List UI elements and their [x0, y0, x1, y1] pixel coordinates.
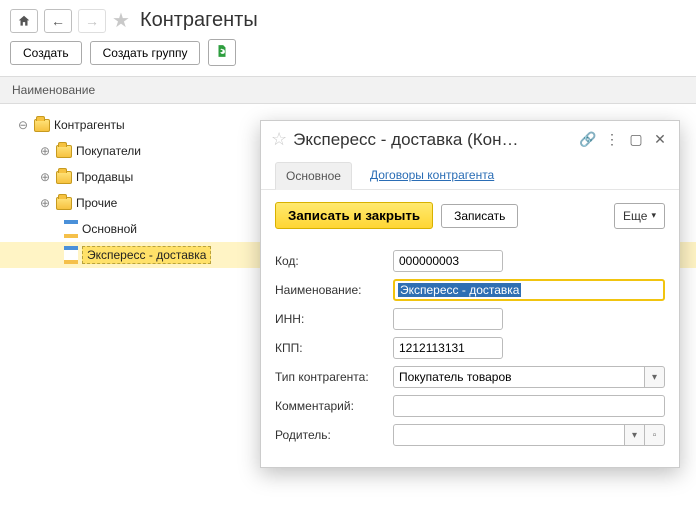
name-label: Наименование: [275, 283, 385, 297]
topbar: ← → ★ Контрагенты [0, 0, 696, 39]
record-icon [64, 246, 78, 264]
forward-button[interactable]: → [78, 9, 106, 33]
main-toolbar: Создать Создать группу [0, 39, 696, 74]
folder-icon [56, 171, 72, 184]
more-menu-icon[interactable]: ⋮ [603, 131, 621, 148]
create-group-button[interactable]: Создать группу [90, 41, 201, 65]
edit-dialog: ☆ Экспересс - доставка (Кон… 🔗 ⋮ ▢ ✕ Осн… [260, 120, 680, 468]
chevron-down-icon: ▾ [651, 210, 656, 221]
list-column-header[interactable]: Наименование [0, 76, 696, 104]
kpp-input[interactable] [393, 337, 503, 359]
kpp-label: КПП: [275, 341, 385, 355]
code-label: Код: [275, 254, 385, 268]
tree-root-label: Контрагенты [54, 118, 125, 132]
refresh-button[interactable] [208, 39, 236, 66]
more-button-label: Еще [623, 209, 647, 223]
favorite-star-icon[interactable]: ☆ [271, 129, 287, 150]
chevron-down-icon: ▾ [652, 372, 657, 383]
expand-icon[interactable]: ⊕ [40, 170, 52, 184]
more-button[interactable]: Еще ▾ [614, 203, 665, 229]
close-icon[interactable]: ✕ [651, 131, 669, 148]
save-button[interactable]: Записать [441, 204, 518, 228]
chevron-down-icon: ▾ [632, 430, 637, 441]
tab-main[interactable]: Основное [275, 162, 352, 190]
tree-item-label: Прочие [76, 196, 117, 210]
save-close-button[interactable]: Записать и закрыть [275, 202, 433, 229]
tree-item-label: Покупатели [76, 144, 141, 158]
inn-label: ИНН: [275, 312, 385, 326]
code-input[interactable] [393, 250, 503, 272]
name-input-selection: Экспересс - доставка [398, 283, 521, 297]
favorite-star-icon[interactable]: ★ [112, 8, 130, 33]
type-label: Тип контрагента: [275, 370, 385, 384]
expand-icon[interactable]: ⊕ [40, 196, 52, 210]
dialog-toolbar: Записать и закрыть Записать Еще ▾ [261, 190, 679, 239]
parent-dropdown-button[interactable]: ▾ [625, 424, 645, 446]
tree-item-label: Продавцы [76, 170, 133, 184]
dialog-titlebar: ☆ Экспересс - доставка (Кон… 🔗 ⋮ ▢ ✕ [261, 121, 679, 158]
folder-icon [56, 197, 72, 210]
open-icon: ▫ [653, 430, 657, 441]
comment-input[interactable] [393, 395, 665, 417]
tab-contracts[interactable]: Договоры контрагента [366, 162, 498, 189]
parent-select[interactable] [393, 424, 625, 446]
dialog-tabs: Основное Договоры контрагента [261, 158, 679, 190]
back-button[interactable]: ← [44, 9, 72, 33]
page-title: Контрагенты [140, 9, 258, 32]
type-dropdown-button[interactable]: ▾ [645, 366, 665, 388]
folder-icon [56, 145, 72, 158]
expand-icon[interactable]: ⊕ [40, 144, 52, 158]
type-select[interactable] [393, 366, 645, 388]
create-button[interactable]: Создать [10, 41, 82, 65]
parent-open-button[interactable]: ▫ [645, 424, 665, 446]
arrow-left-icon: ← [51, 13, 65, 29]
dialog-form: Код: Наименование: Экспересс - доставка … [261, 239, 679, 467]
collapse-icon[interactable]: ⊖ [18, 118, 30, 132]
dialog-title: Экспересс - доставка (Кон… [293, 130, 573, 150]
tree-item-label: Экспересс - доставка [82, 246, 211, 264]
home-icon [17, 14, 31, 28]
document-refresh-icon [215, 44, 229, 58]
tree-item-label: Основной [82, 222, 137, 236]
name-input[interactable]: Экспересс - доставка [393, 279, 665, 301]
parent-label: Родитель: [275, 428, 385, 442]
home-button[interactable] [10, 9, 38, 33]
folder-icon [34, 119, 50, 132]
link-icon[interactable]: 🔗 [579, 131, 597, 148]
inn-input[interactable] [393, 308, 503, 330]
record-icon [64, 220, 78, 238]
arrow-right-icon: → [85, 13, 99, 29]
window-restore-icon[interactable]: ▢ [627, 131, 645, 148]
comment-label: Комментарий: [275, 399, 385, 413]
